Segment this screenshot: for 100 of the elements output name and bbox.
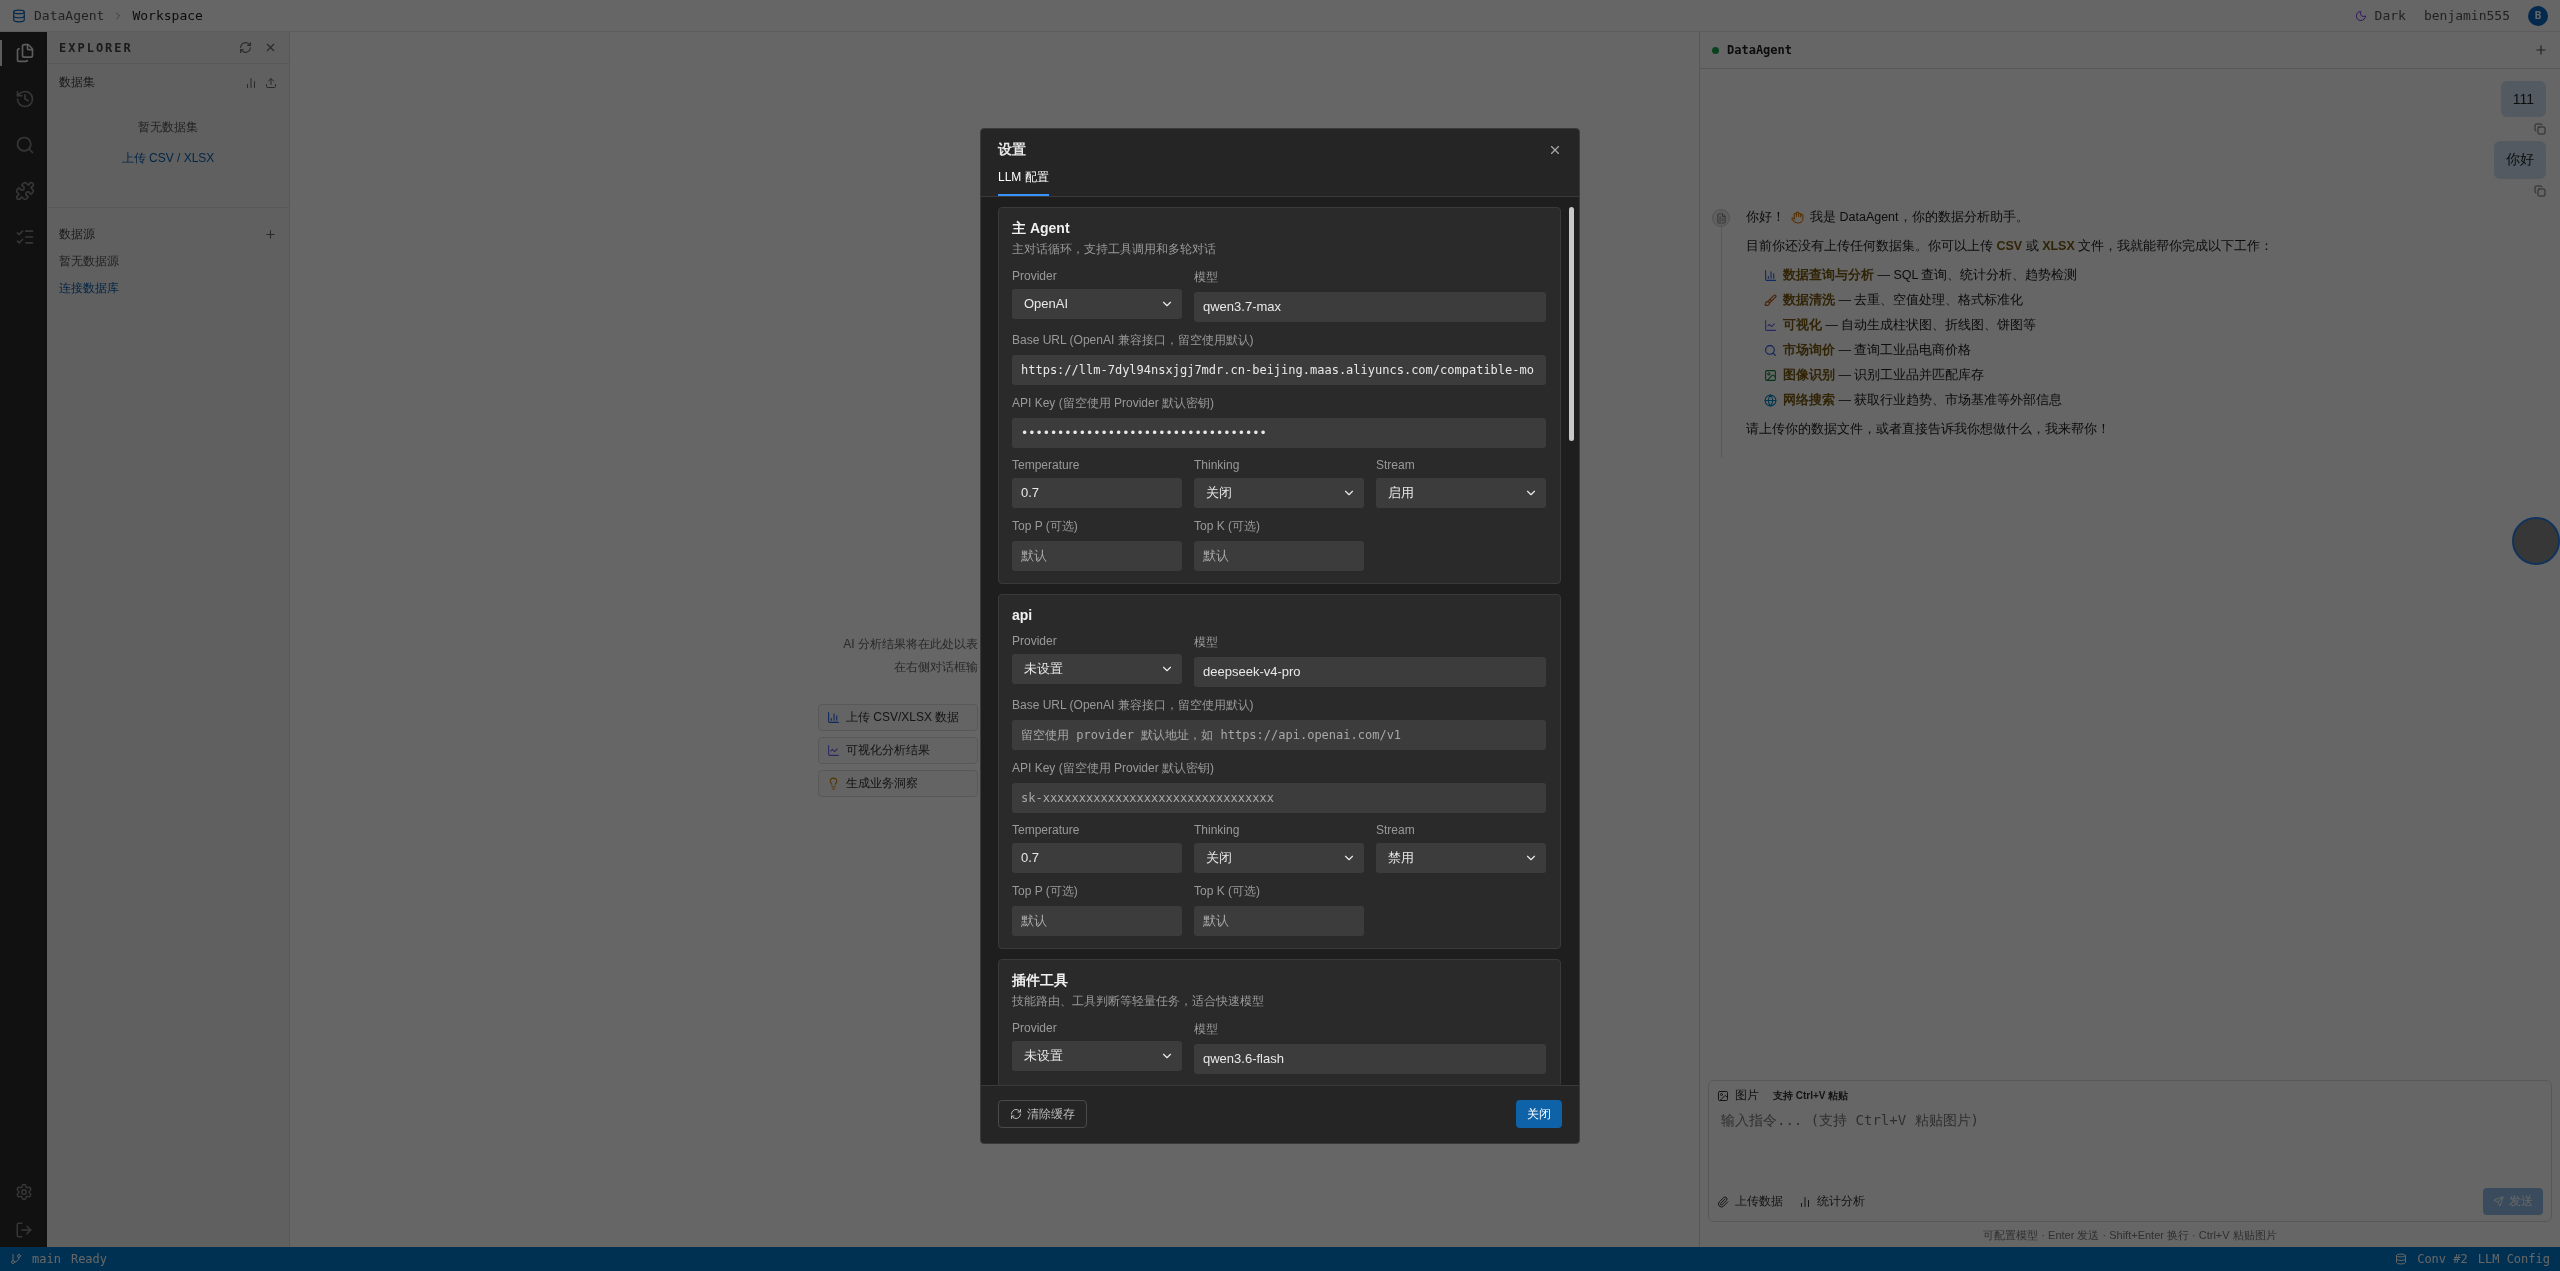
image-icon: [1764, 369, 1777, 382]
card-title: 插件工具: [1012, 971, 1069, 990]
field-label: Provider: [1012, 1020, 1058, 1035]
field-label: Provider: [1012, 633, 1058, 648]
dropdown-select[interactable]: 未设置: [1012, 653, 1182, 684]
dropdown-select[interactable]: OpenAI: [1012, 288, 1182, 319]
status-text: Ready: [70, 1252, 108, 1266]
branch-icon: [10, 1253, 22, 1265]
dialog-title: 设置: [998, 140, 1027, 159]
tab[interactable]: LLM 配置: [998, 168, 1049, 196]
section-title: 数据集: [59, 74, 96, 91]
send-icon: [2493, 1196, 2504, 1207]
field-label: Provider: [1012, 268, 1058, 283]
card-description: 技能路由、工具判断等轻量任务，适合快速模型: [1012, 992, 1265, 1010]
lightbulb-icon: [827, 777, 840, 790]
history-icon[interactable]: [14, 89, 35, 109]
card-title: 主 Agent: [1012, 219, 1071, 238]
brush-icon: [1764, 294, 1777, 307]
username: benjamin555: [2423, 8, 2510, 23]
settings-icon[interactable]: [14, 1183, 33, 1201]
field-label: API Key (留空使用 Provider 默认密钥): [1012, 394, 1216, 412]
copy-icon[interactable]: [2534, 123, 2546, 135]
clear-cache-button[interactable]: 清除缓存: [998, 1100, 1087, 1128]
bar-chart-icon[interactable]: [245, 76, 257, 89]
list-item: 数据查询与分析 — SQL 查询、统计分析、趋势检测: [1783, 267, 2078, 284]
database-icon: [2395, 1253, 2408, 1265]
message-text: 请上传你的数据文件，或者直接告诉我你想做什么，我来帮你！: [1746, 421, 2111, 438]
field-label: Thinking: [1194, 457, 1241, 472]
field-label: API Key (留空使用 Provider 默认密钥): [1012, 759, 1216, 777]
magnifier-icon: [1764, 344, 1777, 357]
input-field[interactable]: sk-xxxxxxxxxxxxxxxxxxxxxxxxxxxxxxxx: [1012, 782, 1546, 813]
dropdown-select[interactable]: 关闭: [1194, 842, 1364, 873]
field-label: Top P (可选): [1012, 517, 1079, 535]
upload-icon[interactable]: [265, 76, 277, 89]
input-field[interactable]: 0.7: [1012, 842, 1182, 873]
field-label: Base URL (OpenAI 兼容接口，留空使用默认): [1012, 331, 1255, 349]
input-field[interactable]: 留空使用 provider 默认地址，如 https://api.openai.com/v1: [1012, 719, 1546, 750]
input-field[interactable]: deepseek-v4-pro: [1194, 656, 1546, 687]
user-message: 你好: [2494, 141, 2546, 179]
message-text: 目前你还没有上传任何数据集。你可以上传 CSV 或 XLSX 文件，我就能帮你完成以下工作：: [1746, 238, 2274, 255]
scrollbar-thumb[interactable]: [1569, 206, 1574, 441]
dropdown-select[interactable]: 禁用: [1376, 842, 1546, 873]
conversation-label: Conv #2: [2417, 1252, 2468, 1266]
logout-icon[interactable]: [14, 1221, 33, 1239]
placeholder-text: 在右侧对话框输: [893, 659, 978, 676]
dropdown-select[interactable]: 启用: [1376, 477, 1546, 508]
dropdown-select[interactable]: 未设置: [1012, 1040, 1182, 1071]
field-label: Base URL (OpenAI 兼容接口，留空使用默认): [1012, 696, 1255, 714]
message-text: 我是 DataAgent，你的数据分析助手。: [1810, 209, 2029, 226]
field-label: Top K (可选): [1194, 882, 1261, 900]
field-label: 模型: [1194, 633, 1219, 651]
chat-title: DataAgent: [1727, 43, 1794, 57]
field-label: Temperature: [1012, 822, 1081, 837]
field-label: 模型: [1194, 268, 1219, 286]
field-label: Temperature: [1012, 457, 1081, 472]
moon-icon: [2354, 9, 2367, 22]
field-label: Top P (可选): [1012, 882, 1079, 900]
list-item: 可视化 — 自动生成柱状图、折线图、饼图等: [1783, 317, 2037, 334]
input-field[interactable]: qwen3.6-flash: [1194, 1043, 1546, 1074]
close-button[interactable]: 关闭: [1516, 1100, 1562, 1128]
card-description: 主对话循环，支持工具调用和多轮对话: [1012, 240, 1217, 258]
field-label: Stream: [1376, 822, 1416, 837]
list-item: 市场询价 — 查询工业品电商价格: [1783, 342, 1972, 359]
input-field[interactable]: qwen3.7-max: [1194, 291, 1546, 322]
field-label: Stream: [1376, 457, 1416, 472]
line-chart-icon: [827, 744, 840, 757]
input-field[interactable]: 默认: [1194, 540, 1364, 571]
section-title: 数据源: [59, 226, 96, 243]
input-field[interactable]: 默认: [1194, 905, 1364, 936]
branch-name: main: [32, 1252, 61, 1266]
field-label: 模型: [1194, 1020, 1219, 1038]
image-icon[interactable]: [1717, 1089, 1729, 1102]
input-field[interactable]: 0.7: [1012, 477, 1182, 508]
add-icon[interactable]: [2534, 43, 2548, 57]
app-name: DataAgent: [34, 8, 105, 23]
refresh-icon[interactable]: [239, 41, 252, 54]
puzzle-icon[interactable]: [14, 181, 35, 201]
globe-icon: [1764, 394, 1777, 407]
hand-icon: [1791, 211, 1804, 224]
search-icon[interactable]: [14, 135, 35, 155]
copy-icon[interactable]: [2534, 185, 2546, 197]
photo-placeholder[interactable]: [2512, 517, 2560, 565]
bar-chart-icon[interactable]: [1799, 1195, 1811, 1208]
field-label: Top K (可选): [1194, 517, 1261, 535]
database-icon: [12, 8, 26, 23]
input-field[interactable]: ••••••••••••••••••••••••••••••••••: [1012, 417, 1546, 448]
paste-hint: 支持 Ctrl+V 粘贴: [1773, 1088, 1849, 1103]
checklist-icon[interactable]: [14, 227, 35, 247]
input-field[interactable]: 默认: [1012, 540, 1182, 571]
list-item: 数据清洗 — 去重、空值处理、格式标准化: [1783, 292, 2024, 309]
input-field[interactable]: https://llm-7dyl94nsxjgj7mdr.cn-beijing.maas.aliyuncs.com/compatible-mo: [1012, 354, 1546, 385]
files-icon[interactable]: [14, 43, 35, 63]
input-field[interactable]: 默认: [1012, 905, 1182, 936]
dropdown-select[interactable]: 关闭: [1194, 477, 1364, 508]
bar-chart-icon: [827, 711, 840, 724]
add-icon[interactable]: [264, 228, 277, 241]
line-chart-icon: [1764, 319, 1777, 332]
paperclip-icon[interactable]: [1717, 1195, 1729, 1208]
card-title: api: [1012, 606, 1034, 623]
panel-title: EXPLORER: [59, 40, 134, 55]
